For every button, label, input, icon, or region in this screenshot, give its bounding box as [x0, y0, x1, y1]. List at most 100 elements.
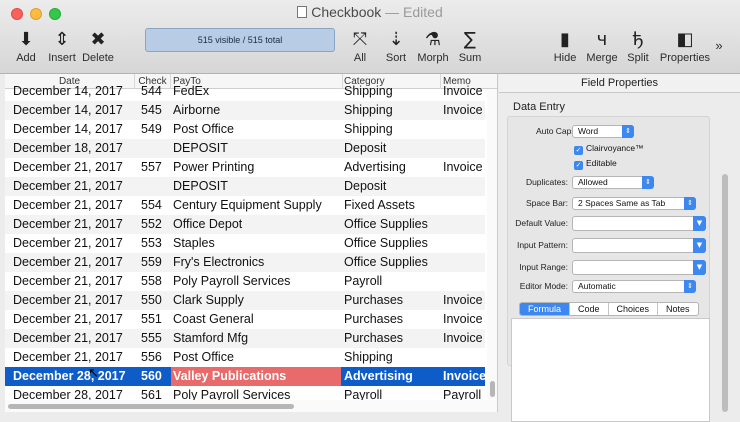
table-row[interactable]: December 21, 2017 555 Stamford Mfg Purchase… — [5, 329, 485, 348]
category-cell[interactable]: Payroll — [344, 272, 442, 291]
table-row[interactable]: December 21, 2017 557 Power Printing Advert… — [5, 158, 485, 177]
input-range-combo[interactable]: ▼ — [572, 260, 706, 275]
date-cell[interactable]: December 21, 2017 — [13, 272, 135, 291]
date-cell[interactable]: December 21, 2017 — [13, 158, 135, 177]
memo-cell[interactable] — [443, 215, 487, 234]
default-value-combo[interactable]: ▼ — [572, 216, 706, 231]
memo-cell[interactable] — [443, 348, 487, 367]
payto-cell[interactable]: Poly Payroll Services — [173, 272, 343, 291]
payto-cell[interactable]: Valley Publications — [171, 367, 341, 386]
payto-cell[interactable]: Power Printing — [173, 158, 343, 177]
memo-cell[interactable]: Invoice — [443, 310, 487, 329]
formula-editor[interactable] — [511, 318, 710, 422]
check-cell[interactable]: 559 — [141, 253, 171, 272]
date-cell[interactable]: December 28, 2017 — [13, 367, 135, 386]
category-cell[interactable]: Purchases — [344, 291, 442, 310]
table-row[interactable]: December 14, 2017 549 Post Office Shipping — [5, 120, 485, 139]
category-cell[interactable]: Office Supplies — [344, 253, 442, 272]
memo-cell[interactable] — [443, 196, 487, 215]
check-cell[interactable]: 549 — [141, 120, 171, 139]
memo-cell[interactable]: Invoice — [443, 291, 487, 310]
split-button[interactable]: ђ Split — [624, 28, 652, 64]
sum-button[interactable]: ∑ Sum — [456, 28, 484, 64]
properties-button[interactable]: ◧ Properties — [658, 28, 712, 64]
check-cell[interactable] — [141, 177, 171, 196]
category-cell[interactable]: Shipping — [344, 101, 442, 120]
memo-cell[interactable] — [443, 177, 487, 196]
input-pattern-combo[interactable]: ▼ — [572, 238, 706, 253]
table-row[interactable]: December 21, 2017 DEPOSIT Deposit — [5, 177, 485, 196]
date-cell[interactable]: December 21, 2017 — [13, 234, 135, 253]
check-cell[interactable]: 558 — [141, 272, 171, 291]
payto-cell[interactable]: DEPOSIT — [173, 139, 343, 158]
payto-cell[interactable]: Office Depot — [173, 215, 343, 234]
memo-cell[interactable] — [443, 253, 487, 272]
category-cell[interactable]: Deposit — [344, 177, 442, 196]
check-cell[interactable]: 557 — [141, 158, 171, 177]
date-cell[interactable]: December 21, 2017 — [13, 215, 135, 234]
merge-button[interactable]: ч Merge — [585, 28, 619, 64]
memo-cell[interactable] — [443, 139, 487, 158]
check-cell[interactable]: 544 — [141, 82, 171, 101]
toolbar-overflow-button[interactable]: » — [712, 38, 726, 53]
category-cell[interactable]: Office Supplies — [344, 234, 442, 253]
payto-cell[interactable]: FedEx — [173, 82, 343, 101]
category-cell[interactable]: Shipping — [344, 348, 442, 367]
category-cell[interactable]: Purchases — [344, 310, 442, 329]
table-row[interactable]: December 21, 2017 554 Century Equipment Su… — [5, 196, 485, 215]
editable-checkbox[interactable]: ✓ Editable — [574, 158, 617, 170]
memo-cell[interactable]: Invoice — [443, 101, 487, 120]
date-cell[interactable]: December 21, 2017 — [13, 253, 135, 272]
date-cell[interactable]: December 14, 2017 — [13, 101, 135, 120]
category-cell[interactable]: Shipping — [344, 120, 442, 139]
payto-cell[interactable]: Post Office — [173, 348, 343, 367]
check-cell[interactable] — [141, 139, 171, 158]
check-cell[interactable]: 556 — [141, 348, 171, 367]
table-row[interactable]: December 18, 2017 DEPOSIT Deposit — [5, 139, 485, 158]
memo-cell[interactable]: Invoice — [443, 329, 487, 348]
check-cell[interactable]: 545 — [141, 101, 171, 120]
payto-cell[interactable]: Staples — [173, 234, 343, 253]
hide-button[interactable]: ▮ Hide — [551, 28, 579, 64]
check-cell[interactable]: 555 — [141, 329, 171, 348]
auto-caps-popup[interactable]: Word ⇕ — [572, 125, 634, 138]
all-button[interactable]: ⤧ All — [346, 28, 374, 64]
panel-scrollbar[interactable] — [720, 174, 729, 412]
check-cell[interactable]: 560 — [141, 367, 171, 386]
date-cell[interactable]: December 18, 2017 — [13, 139, 135, 158]
memo-cell[interactable]: Invoice — [443, 82, 487, 101]
category-cell[interactable]: Advertising — [344, 158, 442, 177]
table-row[interactable]: December 21, 2017 558 Poly Payroll Service… — [5, 272, 485, 291]
date-cell[interactable]: December 14, 2017 — [13, 120, 135, 139]
tab-code[interactable]: Code — [570, 303, 609, 315]
table-horizontal-scrollbar[interactable] — [5, 400, 497, 412]
vertical-scroll-thumb[interactable] — [490, 381, 495, 397]
insert-button[interactable]: ⇕ Insert — [46, 28, 78, 64]
check-cell[interactable]: 553 — [141, 234, 171, 253]
category-cell[interactable]: Office Supplies — [344, 215, 442, 234]
payto-cell[interactable]: DEPOSIT — [173, 177, 343, 196]
payto-cell[interactable]: Century Equipment Supply — [173, 196, 343, 215]
date-cell[interactable]: December 21, 2017 — [13, 196, 135, 215]
table-row[interactable]: December 21, 2017 550 Clark Supply Purchase… — [5, 291, 485, 310]
payto-cell[interactable]: Post Office — [173, 120, 343, 139]
memo-cell[interactable]: Invoice — [443, 367, 487, 386]
table-row[interactable]: December 14, 2017 545 Airborne Shipping Invo… — [5, 101, 485, 120]
space-bar-popup[interactable]: 2 Spaces Same as Tab ⇕ — [572, 197, 696, 210]
tab-formula[interactable]: Formula — [520, 303, 571, 315]
table-row[interactable]: December 21, 2017 553 Staples Office Suppli… — [5, 234, 485, 253]
check-cell[interactable]: 552 — [141, 215, 171, 234]
table-row[interactable]: December 21, 2017 556 Post Office Shipping — [5, 348, 485, 367]
delete-button[interactable]: ✖ Delete — [81, 28, 115, 64]
category-cell[interactable]: Shipping — [344, 82, 442, 101]
date-cell[interactable]: December 21, 2017 — [13, 177, 135, 196]
sort-button[interactable]: ⇣ Sort — [382, 28, 410, 64]
table-row[interactable]: December 21, 2017 552 Office Depot Office S… — [5, 215, 485, 234]
horizontal-scroll-thumb[interactable] — [8, 404, 294, 409]
payto-cell[interactable]: Fry's Electronics — [173, 253, 343, 272]
payto-cell[interactable]: Clark Supply — [173, 291, 343, 310]
editor-mode-popup[interactable]: Automatic ⇕ — [572, 280, 696, 293]
table-vertical-scrollbar[interactable] — [487, 89, 497, 399]
date-cell[interactable]: December 21, 2017 — [13, 348, 135, 367]
table-row[interactable]: December 21, 2017 559 Fry's Electronics Off… — [5, 253, 485, 272]
